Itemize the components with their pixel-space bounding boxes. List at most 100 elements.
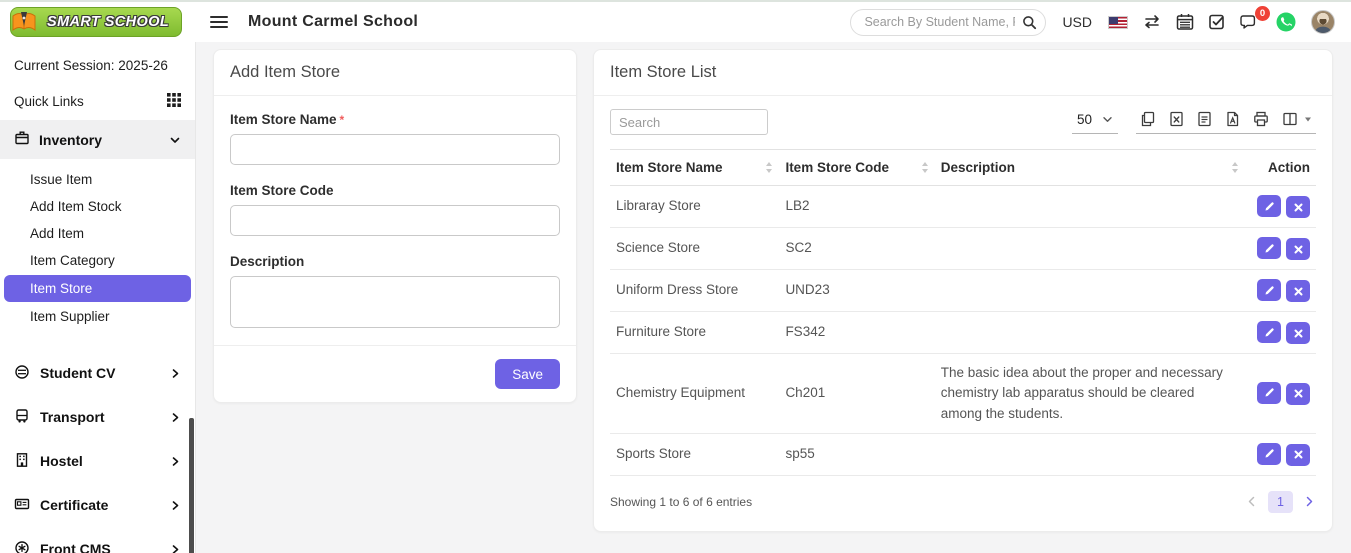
column-header-action: Action: [1245, 149, 1316, 186]
pagination-next-button[interactable]: [1303, 494, 1316, 509]
pdf-export-icon[interactable]: [1225, 111, 1240, 127]
add-item-store-card: Add Item Store Item Store Name * Item Sto…: [213, 49, 577, 403]
item-store-list-card: Item Store List 50: [593, 49, 1333, 532]
menu-label: Student CV: [40, 365, 116, 381]
cell-name: Science Store: [610, 227, 780, 270]
menu-label: Certificate: [40, 497, 109, 513]
item-store-code-input[interactable]: [230, 205, 560, 236]
delete-button[interactable]: [1286, 382, 1310, 405]
form-card-title: Add Item Store: [214, 50, 576, 96]
cell-description: [934, 269, 1246, 312]
student-cv-icon: [14, 364, 30, 383]
logo-zone[interactable]: SMART SCHOOL: [0, 2, 196, 42]
delete-button[interactable]: [1286, 280, 1310, 302]
pagination-page-1[interactable]: 1: [1268, 490, 1293, 513]
edit-button[interactable]: [1257, 195, 1281, 217]
menu-label: Front CMS: [40, 541, 111, 553]
sidebar-item-issue-item[interactable]: Issue Item: [0, 166, 195, 193]
save-button[interactable]: Save: [495, 359, 560, 389]
delete-button[interactable]: [1286, 322, 1310, 344]
table-header-row: Item Store Name Item Store Code Descript…: [610, 149, 1316, 186]
sort-icon: [921, 162, 928, 173]
edit-button[interactable]: [1257, 321, 1281, 343]
messages-chat-icon[interactable]: 0: [1240, 6, 1270, 31]
sidebar-item-inventory[interactable]: Inventory: [0, 120, 195, 159]
csv-export-icon[interactable]: [1197, 111, 1212, 127]
sort-icon: [1232, 162, 1239, 173]
edit-button[interactable]: [1257, 381, 1281, 404]
required-asterisk: *: [339, 113, 345, 127]
school-title: Mount Carmel School: [248, 13, 419, 30]
sidebar-item-transport[interactable]: Transport: [0, 395, 195, 439]
todo-tasks-icon[interactable]: [1208, 13, 1226, 31]
chevron-down-icon: [1103, 116, 1112, 122]
delete-button[interactable]: [1286, 443, 1310, 466]
edit-button[interactable]: [1257, 279, 1281, 301]
currency-selector[interactable]: USD: [1060, 14, 1094, 30]
excel-export-icon[interactable]: [1169, 111, 1184, 127]
page-length-value: 50: [1076, 111, 1092, 127]
table-search-input[interactable]: [610, 109, 768, 135]
sidebar-item-front-cms[interactable]: Front CMS: [0, 527, 195, 553]
copy-export-icon[interactable]: [1140, 111, 1156, 127]
sidebar-item-item-store[interactable]: Item Store: [4, 275, 191, 302]
bus-icon: [14, 408, 30, 427]
chevron-right-icon: [170, 544, 181, 553]
chevron-right-icon: [170, 500, 181, 511]
page-length-select[interactable]: 50: [1071, 111, 1118, 134]
edit-button[interactable]: [1257, 237, 1281, 259]
cell-name: Furniture Store: [610, 311, 780, 354]
list-card-title: Item Store List: [594, 50, 1332, 96]
column-visibility-icon[interactable]: [1282, 111, 1298, 127]
delete-button[interactable]: [1286, 238, 1310, 260]
sidebar-item-item-supplier[interactable]: Item Supplier: [0, 303, 195, 330]
cell-name: Uniform Dress Store: [610, 269, 780, 312]
sidebar-scrollbar-thumb[interactable]: [189, 418, 194, 553]
column-header-code[interactable]: Item Store Code: [779, 149, 935, 186]
search-icon[interactable]: [1022, 15, 1037, 35]
language-flag-us[interactable]: [1108, 15, 1128, 29]
table-row: Libraray Store LB2: [610, 185, 1316, 228]
print-icon[interactable]: [1253, 111, 1269, 127]
showing-entries-text: Showing 1 to 6 of 6 entries: [610, 494, 753, 509]
sidebar-toggle-hamburger-icon[interactable]: [210, 16, 228, 28]
pagination: 1: [1245, 490, 1316, 513]
delete-button[interactable]: [1286, 196, 1310, 218]
sidebar-item-item-category[interactable]: Item Category: [0, 247, 195, 274]
quick-links[interactable]: Quick Links: [0, 83, 195, 120]
table-row: Science Store SC2: [610, 227, 1316, 270]
menu-label: Hostel: [40, 453, 83, 469]
column-header-name[interactable]: Item Store Name: [610, 149, 780, 186]
table-row: Sports Store sp55: [610, 433, 1316, 476]
cell-description: The basic idea about the proper and nece…: [934, 353, 1246, 434]
switch-accounts-icon[interactable]: [1142, 14, 1162, 30]
logo-text: SMART SCHOOL: [47, 14, 170, 30]
sidebar-item-add-item-stock[interactable]: Add Item Stock: [0, 193, 195, 220]
calendar-icon[interactable]: [1176, 13, 1194, 31]
cell-code: UND23: [779, 269, 935, 312]
inventory-label: Inventory: [39, 131, 103, 148]
item-store-name-input[interactable]: [230, 134, 560, 165]
sidebar-item-certificate[interactable]: Certificate: [0, 483, 195, 527]
cell-description: [934, 433, 1246, 476]
description-textarea[interactable]: [230, 276, 560, 328]
table-toolbar: 50: [594, 96, 1332, 147]
sidebar-item-student-cv[interactable]: Student CV: [0, 351, 195, 395]
pagination-prev-button[interactable]: [1245, 494, 1258, 509]
whatsapp-icon[interactable]: [1275, 11, 1297, 33]
certificate-icon: [14, 496, 30, 515]
sidebar-item-add-item[interactable]: Add Item: [0, 220, 195, 247]
cell-name: Chemistry Equipment: [610, 353, 780, 434]
chevron-right-icon: [170, 456, 181, 467]
cell-description: [934, 227, 1246, 270]
global-search-input[interactable]: [850, 8, 1047, 36]
item-store-name-label: Item Store Name *: [230, 112, 345, 127]
chevron-right-icon: [170, 412, 181, 423]
user-avatar[interactable]: [1311, 10, 1335, 34]
current-session-label: Current Session: 2025-26: [14, 58, 168, 73]
sidebar-item-hostel[interactable]: Hostel: [0, 439, 195, 483]
edit-button[interactable]: [1257, 442, 1281, 465]
smart-school-logo: SMART SCHOOL: [10, 7, 183, 37]
column-header-description[interactable]: Description: [934, 149, 1246, 186]
caret-down-icon: [1304, 115, 1312, 123]
